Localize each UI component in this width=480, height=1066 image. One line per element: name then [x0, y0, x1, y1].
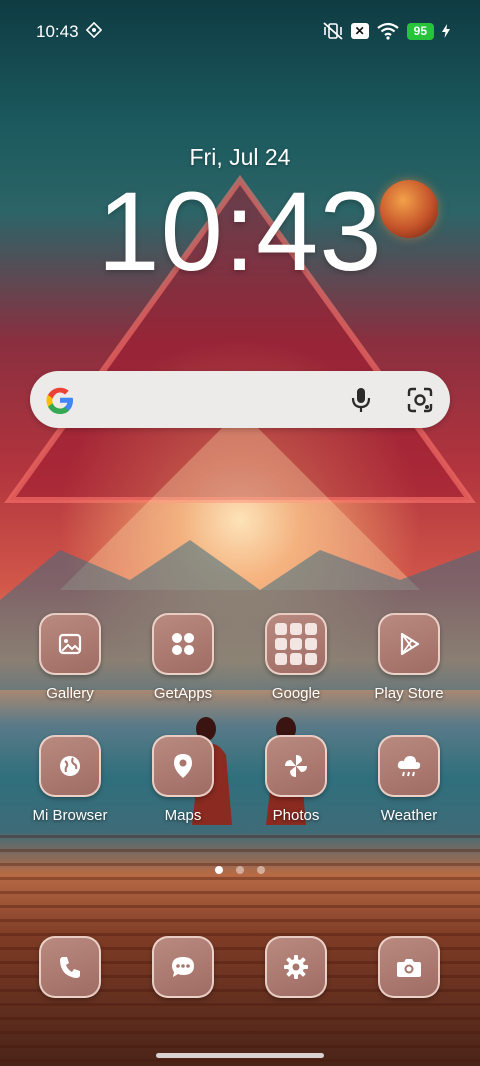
getapps-icon[interactable]	[152, 613, 214, 675]
dock-phone[interactable]	[14, 936, 126, 998]
home-indicator[interactable]	[156, 1053, 324, 1058]
app-mi-browser[interactable]: Mi Browser	[14, 735, 126, 824]
app-label: Gallery	[46, 685, 94, 702]
app-play-store[interactable]: Play Store	[353, 613, 465, 702]
settings-gear-icon[interactable]	[265, 936, 327, 998]
dock-settings[interactable]	[240, 936, 352, 998]
mic-icon[interactable]	[348, 386, 374, 414]
page-dot-3[interactable]	[257, 866, 265, 874]
gallery-icon[interactable]	[39, 613, 101, 675]
app-label: Play Store	[374, 685, 444, 702]
app-label: Maps	[164, 807, 202, 824]
app-google-folder[interactable]: Google	[240, 613, 352, 702]
cloud-rain-icon[interactable]	[378, 735, 440, 797]
wifi-icon	[376, 22, 399, 40]
mute-vibrate-icon	[323, 22, 343, 40]
charging-bolt-icon	[442, 24, 450, 38]
lockscreen-date: Fri, Jul 24	[189, 144, 291, 170]
dock-messages[interactable]	[127, 936, 239, 998]
app-label: Google	[271, 685, 321, 702]
map-pin-icon[interactable]	[152, 735, 214, 797]
app-label: GetApps	[153, 685, 213, 702]
google-logo	[46, 387, 73, 414]
messages-icon[interactable]	[152, 936, 214, 998]
dock-camera[interactable]	[353, 936, 465, 998]
page-dot-2[interactable]	[236, 866, 244, 874]
google-search-bar[interactable]	[30, 371, 450, 428]
app-label: Mi Browser	[32, 807, 108, 824]
app-label: Photos	[272, 807, 320, 824]
google-lens-icon[interactable]	[406, 386, 434, 414]
lockscreen-clock: 10:43	[97, 169, 383, 294]
play-store-icon[interactable]	[378, 613, 440, 675]
camera-icon[interactable]	[378, 936, 440, 998]
pinwheel-icon[interactable]	[265, 735, 327, 797]
page-dot-1[interactable]	[215, 866, 223, 874]
app-getapps[interactable]: GetApps	[127, 613, 239, 702]
globe-icon[interactable]	[39, 735, 101, 797]
app-label: Weather	[380, 807, 438, 824]
app-gallery[interactable]: Gallery	[14, 613, 126, 702]
app-weather[interactable]: Weather	[353, 735, 465, 824]
app-maps[interactable]: Maps	[127, 735, 239, 824]
x-badge-icon: ✕	[350, 23, 369, 39]
app-photos[interactable]: Photos	[240, 735, 352, 824]
phone-icon[interactable]	[39, 936, 101, 998]
vpn-diamond-icon	[86, 22, 102, 38]
status-icons: ✕ 95	[323, 20, 450, 42]
status-bar: 10:43 ✕ 95	[0, 0, 480, 60]
battery-icon: 95	[406, 22, 434, 40]
google-folder-icon[interactable]	[265, 613, 327, 675]
status-time: 10:43	[36, 22, 79, 41]
page-indicator	[0, 866, 480, 874]
